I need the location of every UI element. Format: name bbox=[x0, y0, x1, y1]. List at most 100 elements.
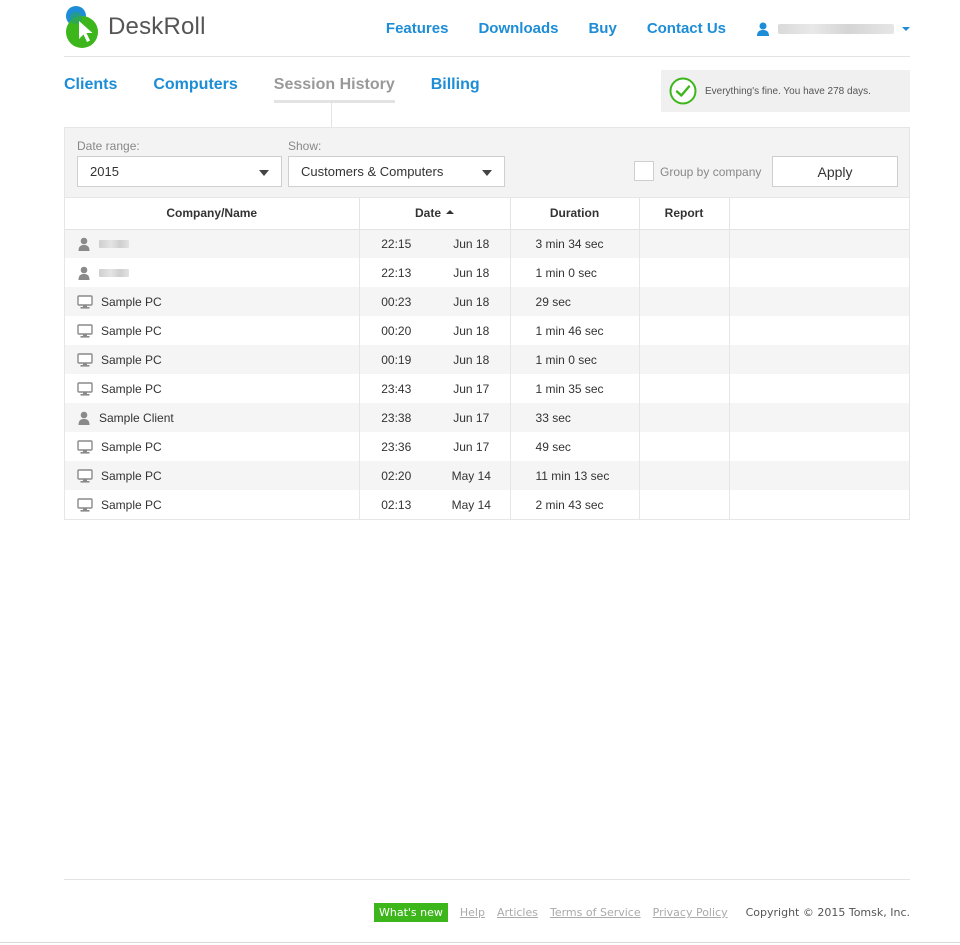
cell-duration: 33 sec bbox=[510, 403, 640, 432]
whats-new-button[interactable]: What's new bbox=[373, 903, 448, 922]
cell-name: Sample PC bbox=[65, 432, 360, 461]
table-row[interactable]: Sample PC 23:43 Jun 17 1 min 35 sec bbox=[65, 374, 909, 403]
cell-empty bbox=[729, 345, 910, 374]
cell-duration: 1 min 35 sec bbox=[510, 374, 640, 403]
monitor-icon bbox=[77, 468, 93, 483]
row-name: Sample PC bbox=[101, 497, 162, 512]
cell-empty bbox=[729, 490, 909, 519]
table-row[interactable]: Sample PC 23:36 Jun 17 49 sec bbox=[65, 432, 909, 461]
cell-date: Jun 18 bbox=[433, 229, 511, 258]
date-range-select[interactable]: 2015 bbox=[77, 156, 282, 187]
table-row[interactable]: 22:15 Jun 18 3 min 34 sec bbox=[65, 229, 910, 258]
cell-date: May 14 bbox=[433, 461, 511, 490]
row-name: Sample PC bbox=[101, 439, 162, 454]
cell-duration: 1 min 46 sec bbox=[510, 316, 640, 345]
cell-time: 00:23 bbox=[359, 287, 433, 316]
cell-report bbox=[639, 490, 730, 519]
date-range-value: 2015 bbox=[90, 164, 119, 179]
cell-time: 00:19 bbox=[359, 345, 433, 374]
tab-billing[interactable]: Billing bbox=[431, 76, 480, 103]
row-name: Sample PC bbox=[101, 323, 162, 338]
site-header: DeskRoll Features Downloads Buy Contact … bbox=[64, 0, 910, 57]
person-icon bbox=[78, 237, 90, 251]
tab-clients[interactable]: Clients bbox=[64, 76, 117, 103]
table-row[interactable]: Sample PC 02:13 May 14 2 min 43 sec bbox=[65, 490, 909, 519]
cell-date: May 14 bbox=[433, 490, 511, 519]
account-status: Everything's fine. You have 278 days. bbox=[661, 70, 910, 112]
user-email-redacted bbox=[778, 23, 894, 34]
nav-buy[interactable]: Buy bbox=[588, 20, 616, 37]
column-header-duration[interactable]: Duration bbox=[510, 198, 640, 230]
column-header-report[interactable]: Report bbox=[639, 198, 730, 230]
column-header-empty bbox=[729, 198, 910, 230]
caret-down-icon bbox=[482, 170, 492, 176]
cell-empty bbox=[729, 374, 909, 403]
show-label: Show: bbox=[288, 139, 322, 153]
nav-downloads[interactable]: Downloads bbox=[478, 20, 558, 37]
cell-name bbox=[65, 229, 360, 258]
cell-date: Jun 18 bbox=[433, 345, 511, 374]
monitor-icon bbox=[77, 323, 93, 338]
cell-report bbox=[639, 461, 730, 490]
group-by-company-label[interactable]: Group by company bbox=[660, 165, 761, 179]
nav-contact-us[interactable]: Contact Us bbox=[647, 20, 726, 37]
check-circle-icon bbox=[669, 77, 697, 105]
footer-link-privacy[interactable]: Privacy Policy bbox=[653, 906, 728, 919]
cell-time: 23:38 bbox=[359, 403, 433, 432]
table-row[interactable]: Sample PC 00:19 Jun 18 1 min 0 sec bbox=[65, 345, 910, 374]
cell-time: 23:36 bbox=[381, 439, 412, 454]
group-by-company-checkbox[interactable] bbox=[634, 161, 654, 181]
cell-report bbox=[639, 229, 730, 258]
cell-report bbox=[639, 345, 730, 374]
tab-computers[interactable]: Computers bbox=[153, 76, 237, 103]
copyright: Copyright © 2015 Tomsk, Inc. bbox=[745, 906, 910, 919]
table-row[interactable]: Sample Client 23:38 Jun 17 33 sec bbox=[65, 403, 910, 432]
brand-name: DeskRoll bbox=[108, 13, 206, 40]
logo[interactable]: DeskRoll bbox=[64, 5, 206, 49]
cell-date: Jun 17 bbox=[433, 374, 511, 403]
tab-session-history[interactable]: Session History bbox=[273, 76, 395, 103]
cell-date: Jun 18 bbox=[433, 258, 511, 287]
cell-duration: 49 sec bbox=[510, 432, 640, 461]
table-row[interactable]: Sample PC 02:20 May 14 11 min 13 sec bbox=[65, 461, 910, 490]
cell-empty bbox=[729, 287, 910, 316]
cell-report bbox=[639, 432, 730, 461]
cell-name: Sample PC bbox=[65, 345, 360, 374]
cell-name: Sample PC bbox=[65, 490, 360, 519]
row-name-redacted bbox=[99, 239, 129, 248]
monitor-icon bbox=[77, 352, 93, 367]
apply-button[interactable]: Apply bbox=[772, 156, 898, 187]
cell-name: Sample Client bbox=[65, 403, 360, 432]
row-name: Sample PC bbox=[101, 381, 162, 396]
site-footer: What's new Help Articles Terms of Servic… bbox=[64, 879, 910, 945]
person-icon bbox=[78, 266, 90, 280]
column-header-company-name[interactable]: Company/Name bbox=[65, 198, 360, 230]
show-select[interactable]: Customers & Computers bbox=[288, 156, 505, 187]
cell-report bbox=[639, 316, 730, 345]
table-row[interactable]: Sample PC 00:20 Jun 18 1 min 46 sec bbox=[65, 316, 909, 345]
cell-date: Jun 18 bbox=[433, 287, 511, 316]
chevron-down-icon bbox=[902, 26, 910, 31]
tab-connector bbox=[331, 103, 332, 127]
cell-empty bbox=[729, 432, 909, 461]
date-range-label: Date range: bbox=[77, 139, 140, 153]
cell-empty bbox=[729, 229, 910, 258]
cell-name: Sample PC bbox=[65, 287, 360, 316]
cell-report bbox=[639, 374, 730, 403]
nav-features[interactable]: Features bbox=[386, 20, 449, 37]
cell-duration: 29 sec bbox=[510, 287, 640, 316]
table-row[interactable]: 22:13 Jun 18 1 min 0 sec bbox=[65, 258, 909, 287]
table-header-row: Company/Name Date Duration Report bbox=[65, 198, 910, 230]
cell-empty bbox=[729, 403, 910, 432]
cell-report bbox=[639, 287, 730, 316]
column-header-date[interactable]: Date bbox=[359, 198, 511, 230]
cell-name: Sample PC bbox=[65, 374, 360, 403]
user-menu[interactable] bbox=[756, 22, 910, 36]
cell-report bbox=[639, 258, 730, 287]
cell-time: 02:20 bbox=[359, 461, 433, 490]
footer-link-terms[interactable]: Terms of Service bbox=[550, 906, 641, 919]
cell-duration: 11 min 13 sec bbox=[510, 461, 640, 490]
table-row[interactable]: Sample PC 00:23 Jun 18 29 sec bbox=[65, 287, 910, 316]
footer-link-help[interactable]: Help bbox=[460, 906, 485, 919]
footer-link-articles[interactable]: Articles bbox=[497, 906, 538, 919]
